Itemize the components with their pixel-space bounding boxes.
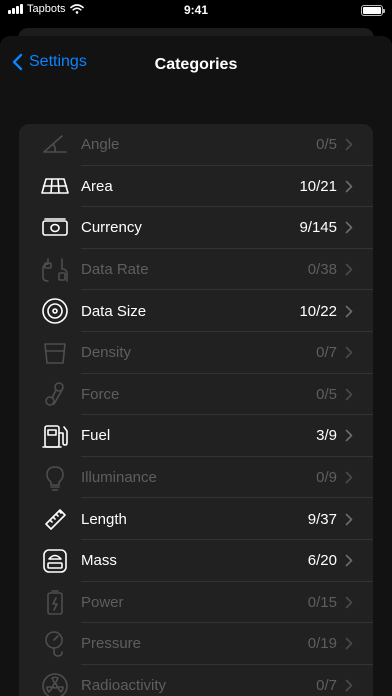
category-label: Force (81, 385, 120, 403)
category-count: 0/5 (316, 385, 337, 403)
category-count: 0/19 (307, 635, 337, 653)
mass-icon (33, 540, 77, 582)
category-label: Currency (81, 219, 142, 237)
category-label: Power (81, 593, 124, 611)
chevron-right-icon (345, 429, 361, 442)
chevron-right-icon (345, 138, 361, 151)
category-row-force[interactable]: Force 0/5 (19, 374, 373, 416)
navigation-bar: Settings Categories (0, 36, 392, 94)
data-size-icon (33, 290, 77, 332)
category-count: 9/37 (307, 510, 337, 528)
chevron-right-icon (345, 679, 361, 692)
category-row-radioactivity[interactable]: Radioactivity 0/7 (19, 665, 373, 696)
category-label: Mass (81, 552, 117, 570)
category-row-density[interactable]: Density 0/7 (19, 332, 373, 374)
category-count: 0/5 (316, 136, 337, 154)
category-row-illuminance[interactable]: Illuminance 0/9 (19, 457, 373, 499)
area-icon (33, 166, 77, 208)
category-count: 10/21 (299, 177, 337, 195)
category-row-pressure[interactable]: Pressure 0/19 (19, 623, 373, 665)
power-icon (33, 582, 77, 624)
category-count: 0/7 (316, 677, 337, 695)
category-row-currency[interactable]: Currency 9/145 (19, 207, 373, 249)
force-icon (33, 374, 77, 416)
category-row-power[interactable]: Power 0/15 (19, 582, 373, 624)
radioactivity-icon (33, 665, 77, 696)
category-label: Angle (81, 136, 120, 154)
category-count: 0/7 (316, 344, 337, 362)
length-icon (33, 498, 77, 540)
categories-sheet: Settings Categories Angle 0/5 Area 10/21… (0, 36, 392, 696)
page-title: Categories (154, 56, 238, 73)
fuel-icon (33, 415, 77, 457)
category-count: 3/9 (316, 427, 337, 445)
chevron-right-icon (345, 346, 361, 359)
pressure-icon (33, 623, 77, 665)
chevron-right-icon (345, 263, 361, 276)
chevron-right-icon (345, 596, 361, 609)
category-row-length[interactable]: Length 9/37 (19, 498, 373, 540)
category-label: Illuminance (81, 469, 157, 487)
category-row-fuel[interactable]: Fuel 3/9 (19, 415, 373, 457)
category-label: Density (81, 344, 132, 362)
category-label: Radioactivity (81, 677, 167, 695)
chevron-right-icon (345, 637, 361, 650)
category-count: 10/22 (299, 302, 337, 320)
category-row-area[interactable]: Area 10/21 (19, 166, 373, 208)
chevron-right-icon (345, 221, 361, 234)
category-row-data-size[interactable]: Data Size 10/22 (19, 290, 373, 332)
category-row-angle[interactable]: Angle 0/5 (19, 124, 373, 166)
data-rate-icon (33, 249, 77, 291)
category-count: 6/20 (307, 552, 337, 570)
category-count: 9/145 (299, 219, 337, 237)
category-label: Length (81, 510, 127, 528)
category-label: Data Size (81, 302, 147, 320)
status-time: 9:41 (183, 3, 209, 17)
chevron-right-icon (345, 554, 361, 567)
category-label: Pressure (81, 635, 142, 653)
category-row-data-rate[interactable]: Data Rate 0/38 (19, 249, 373, 291)
chevron-right-icon (345, 471, 361, 484)
chevron-right-icon (345, 513, 361, 526)
category-label: Area (81, 177, 113, 195)
category-label: Data Rate (81, 261, 149, 279)
category-row-mass[interactable]: Mass 6/20 (19, 540, 373, 582)
angle-icon (33, 124, 77, 166)
category-label: Fuel (81, 427, 111, 445)
density-icon (33, 332, 77, 374)
battery-icon (361, 5, 385, 16)
category-count: 0/15 (307, 593, 337, 611)
category-count: 0/38 (307, 261, 337, 279)
chevron-right-icon (345, 305, 361, 318)
category-count: 0/9 (316, 469, 337, 487)
chevron-right-icon (345, 180, 361, 193)
currency-icon (33, 207, 77, 249)
status-bar: Tapbots 9:41 (0, 0, 392, 22)
illuminance-icon (33, 457, 77, 499)
categories-list: Angle 0/5 Area 10/21 Currency 9/145 Data… (19, 124, 373, 696)
chevron-right-icon (345, 388, 361, 401)
